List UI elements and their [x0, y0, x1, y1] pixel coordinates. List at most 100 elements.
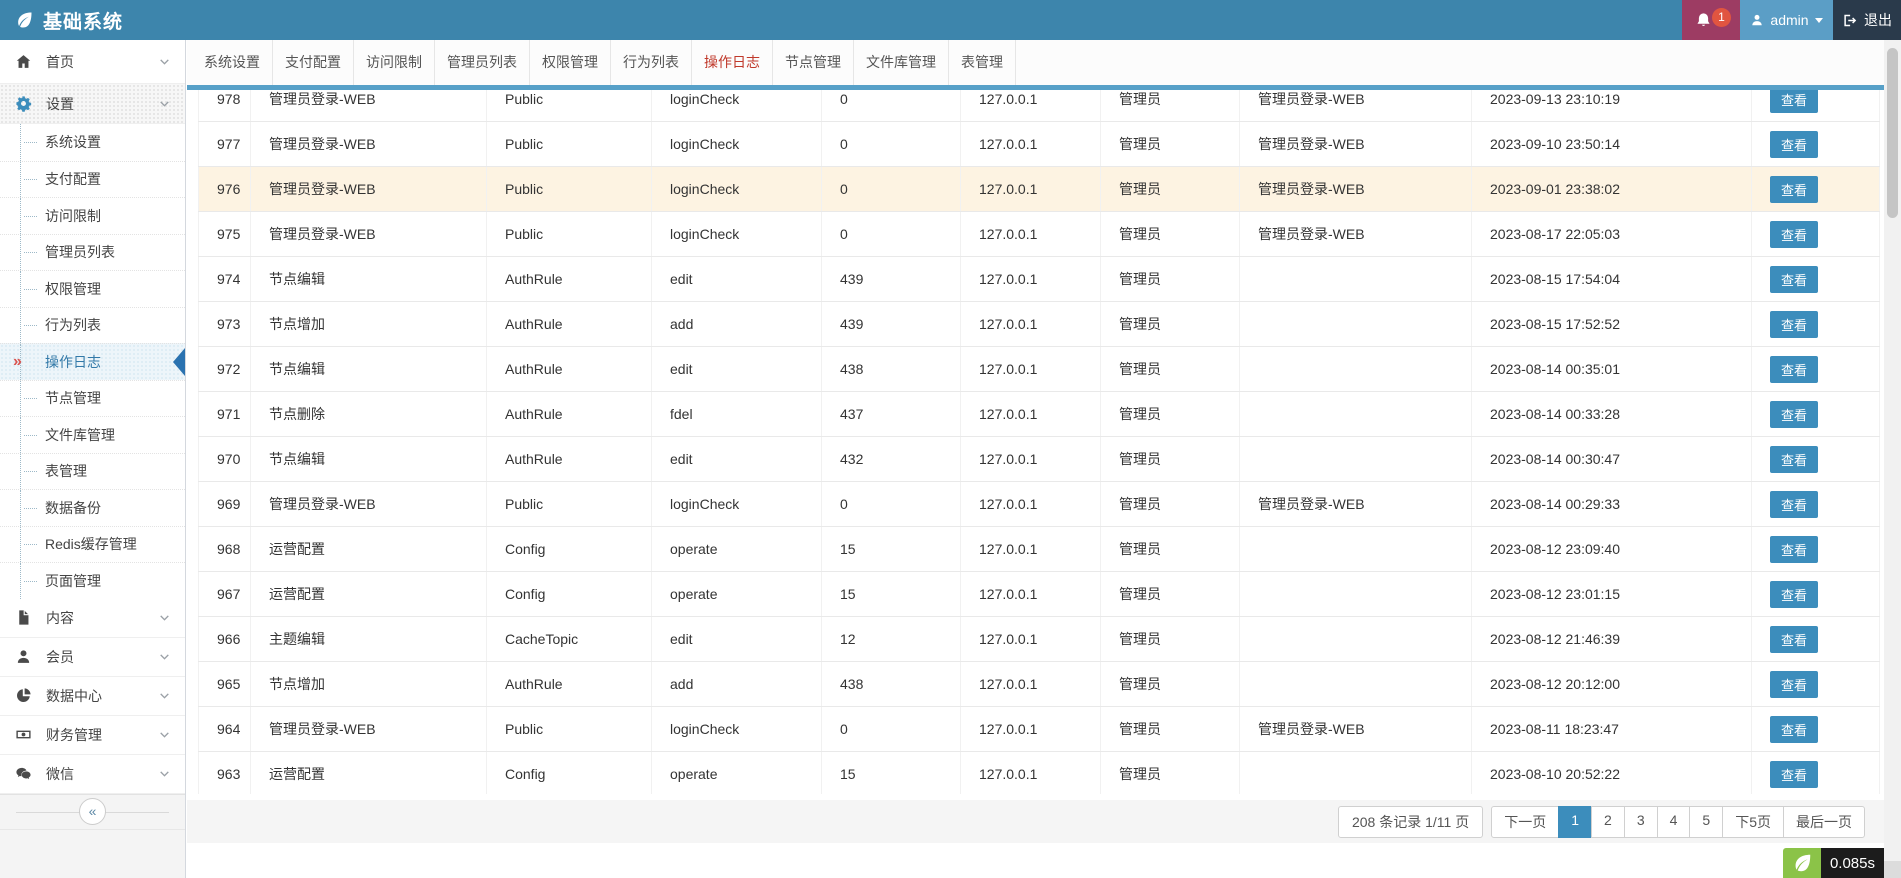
col-view: 查看 — [1752, 707, 1880, 752]
view-button[interactable]: 查看 — [1770, 176, 1818, 203]
col-record-id: 15 — [822, 752, 961, 795]
tab-文件库管理[interactable]: 文件库管理 — [854, 40, 949, 85]
view-button[interactable]: 查看 — [1770, 581, 1818, 608]
page-button-最后一页[interactable]: 最后一页 — [1783, 806, 1865, 838]
sidebar-item-label: 内容 — [46, 608, 74, 628]
page-button-下5页[interactable]: 下5页 — [1722, 806, 1784, 838]
money-icon — [14, 725, 33, 744]
tab-操作日志[interactable]: 操作日志 — [692, 40, 773, 85]
col-id: 969 — [199, 482, 251, 527]
col-node-type: Public — [487, 122, 652, 167]
col-remark — [1240, 572, 1472, 617]
pagination-strip: 208 条记录 1/11 页 下一页12345下5页最后一页 — [187, 800, 1901, 843]
tab-行为列表[interactable]: 行为列表 — [611, 40, 692, 85]
scrollbar-corner — [1884, 861, 1901, 878]
sidebar-item-admin-list[interactable]: 管理员列表 — [0, 234, 185, 271]
user-menu-button[interactable]: admin — [1740, 0, 1833, 40]
view-button[interactable]: 查看 — [1770, 401, 1818, 428]
sidebar-item-node-management[interactable]: 节点管理 — [0, 380, 185, 417]
view-button[interactable]: 查看 — [1770, 90, 1818, 113]
sidebar-item-data-backup[interactable]: 数据备份 — [0, 489, 185, 526]
sidebar-item-finance[interactable]: 财务管理 — [0, 716, 185, 755]
pagination: 208 条记录 1/11 页 下一页12345下5页最后一页 — [1338, 806, 1865, 838]
page-button-2[interactable]: 2 — [1591, 806, 1625, 838]
page-button-1[interactable]: 1 — [1558, 806, 1592, 838]
sidebar-item-redis-cache[interactable]: Redis缓存管理 — [0, 526, 185, 563]
sidebar-item-operation-log[interactable]: »操作日志 — [0, 343, 185, 380]
sidebar-item-system-settings[interactable]: 系统设置 — [0, 124, 185, 161]
tab-节点管理[interactable]: 节点管理 — [773, 40, 854, 85]
table-row: 967运营配置Configoperate15127.0.0.1管理员2023-0… — [199, 572, 1880, 617]
tab-支付配置[interactable]: 支付配置 — [273, 40, 354, 85]
sidebar-item-wechat[interactable]: 微信 — [0, 755, 185, 794]
chevron-down-icon — [158, 728, 171, 741]
view-button[interactable]: 查看 — [1770, 716, 1818, 743]
view-button[interactable]: 查看 — [1770, 671, 1818, 698]
view-button[interactable]: 查看 — [1770, 356, 1818, 383]
col-view: 查看 — [1752, 90, 1880, 122]
view-button[interactable]: 查看 — [1770, 131, 1818, 158]
sidebar-item-table-management[interactable]: 表管理 — [0, 453, 185, 490]
page-button-3[interactable]: 3 — [1624, 806, 1658, 838]
col-remark — [1240, 257, 1472, 302]
sidebar-item-data-center[interactable]: 数据中心 — [0, 677, 185, 716]
view-button[interactable]: 查看 — [1770, 536, 1818, 563]
sidebar-item-file-library[interactable]: 文件库管理 — [0, 416, 185, 453]
col-time: 2023-08-12 20:12:00 — [1472, 662, 1752, 707]
col-ip: 127.0.0.1 — [961, 617, 1101, 662]
tab-系统设置[interactable]: 系统设置 — [192, 40, 273, 85]
sidebar-item-payment-config[interactable]: 支付配置 — [0, 161, 185, 198]
sidebar-item-content[interactable]: 内容 — [0, 599, 185, 638]
page-button-4[interactable]: 4 — [1657, 806, 1691, 838]
col-ip: 127.0.0.1 — [961, 257, 1101, 302]
view-button[interactable]: 查看 — [1770, 266, 1818, 293]
logout-button[interactable]: 退出 — [1833, 0, 1901, 40]
app-logo[interactable]: 基础系统 — [0, 0, 123, 40]
col-view: 查看 — [1752, 527, 1880, 572]
view-button[interactable]: 查看 — [1770, 761, 1818, 788]
sidebar-item-page-management[interactable]: 页面管理 — [0, 562, 185, 599]
sidebar-item-settings[interactable]: 设置 — [0, 84, 185, 124]
col-node-type: Config — [487, 752, 652, 795]
pie-chart-icon — [14, 686, 33, 705]
notifications-button[interactable]: 1 — [1682, 0, 1740, 40]
view-button[interactable]: 查看 — [1770, 626, 1818, 653]
bell-icon — [1695, 12, 1712, 29]
table-row: 966主题编辑CacheTopicedit12127.0.0.1管理员2023-… — [199, 617, 1880, 662]
tab-管理员列表[interactable]: 管理员列表 — [435, 40, 530, 85]
col-id: 970 — [199, 437, 251, 482]
table-row: 970节点编辑AuthRuleedit432127.0.0.1管理员2023-0… — [199, 437, 1880, 482]
topbar-right: 1 admin 退出 — [1682, 0, 1901, 40]
collapse-sidebar-button[interactable]: « — [79, 798, 106, 825]
col-ip: 127.0.0.1 — [961, 707, 1101, 752]
tree-connector — [24, 325, 37, 326]
sidebar-item-home[interactable]: 首页 — [0, 40, 185, 84]
caret-down-icon — [1815, 18, 1823, 27]
view-button[interactable]: 查看 — [1770, 311, 1818, 338]
page-button-下一页[interactable]: 下一页 — [1491, 806, 1559, 838]
sidebar: 首页设置系统设置支付配置访问限制管理员列表权限管理行为列表»操作日志节点管理文件… — [0, 40, 186, 878]
col-name: 节点编辑 — [251, 437, 487, 482]
tab-权限管理[interactable]: 权限管理 — [530, 40, 611, 85]
col-name: 管理员登录-WEB — [251, 212, 487, 257]
sidebar-item-members[interactable]: 会员 — [0, 638, 185, 677]
view-button[interactable]: 查看 — [1770, 446, 1818, 473]
col-record-id: 15 — [822, 527, 961, 572]
col-record-id: 0 — [822, 482, 961, 527]
col-remark: 管理员登录-WEB — [1240, 212, 1472, 257]
view-button[interactable]: 查看 — [1770, 221, 1818, 248]
col-name: 节点删除 — [251, 392, 487, 437]
view-button[interactable]: 查看 — [1770, 491, 1818, 518]
col-remark: 管理员登录-WEB — [1240, 167, 1472, 212]
tab-bar: 系统设置支付配置访问限制管理员列表权限管理行为列表操作日志节点管理文件库管理表管… — [187, 40, 1901, 90]
col-operator: 管理员 — [1101, 257, 1240, 302]
leaf-icon — [14, 10, 34, 30]
page-button-5[interactable]: 5 — [1689, 806, 1723, 838]
tab-访问限制[interactable]: 访问限制 — [354, 40, 435, 85]
sidebar-item-behavior-list[interactable]: 行为列表 — [0, 307, 185, 344]
sidebar-item-permission-management[interactable]: 权限管理 — [0, 270, 185, 307]
tab-表管理[interactable]: 表管理 — [949, 40, 1016, 85]
scrollbar-thumb[interactable] — [1887, 48, 1898, 218]
sidebar-item-access-limit[interactable]: 访问限制 — [0, 197, 185, 234]
sidebar-item-label: 权限管理 — [45, 279, 101, 299]
